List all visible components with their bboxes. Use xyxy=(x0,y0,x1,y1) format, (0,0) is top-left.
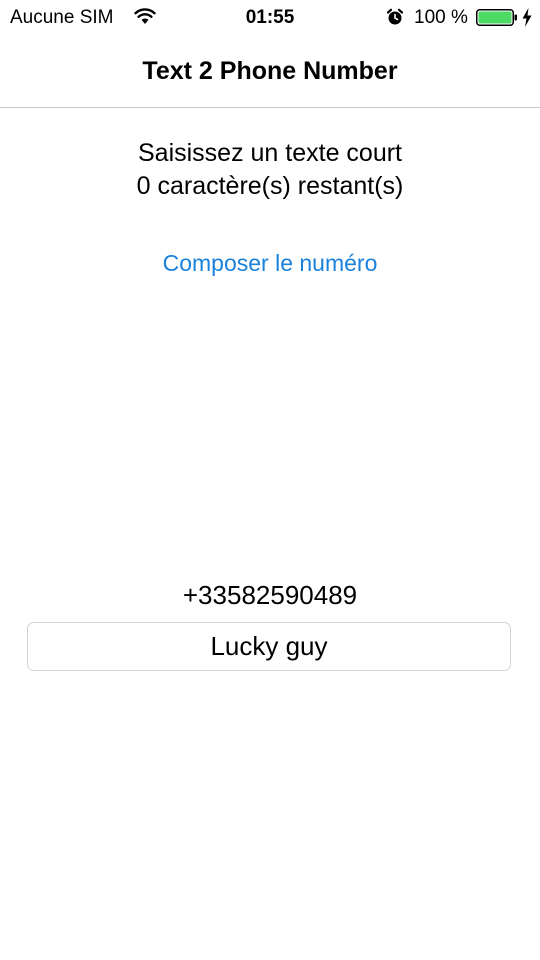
status-bar: Aucune SIM 01:55 100 % xyxy=(0,0,540,40)
short-text-input[interactable] xyxy=(27,622,511,671)
remaining-characters-label: 0 caractère(s) restant(s) xyxy=(136,172,404,200)
prompt-label: Saisissez un texte court xyxy=(137,139,402,167)
compose-number-button[interactable]: Composer le numéro xyxy=(0,247,540,279)
instruction-text: Saisissez un texte court 0 caractère(s) … xyxy=(0,137,540,203)
battery-percentage: 100 % xyxy=(414,7,468,28)
charging-bolt-icon xyxy=(522,8,532,27)
alarm-clock-icon xyxy=(386,8,404,25)
phone-number-display: +33582590489 xyxy=(182,580,358,610)
battery-icon xyxy=(476,9,517,26)
page-title: Text 2 Phone Number xyxy=(142,57,398,85)
navigation-bar: Text 2 Phone Number xyxy=(0,40,540,108)
